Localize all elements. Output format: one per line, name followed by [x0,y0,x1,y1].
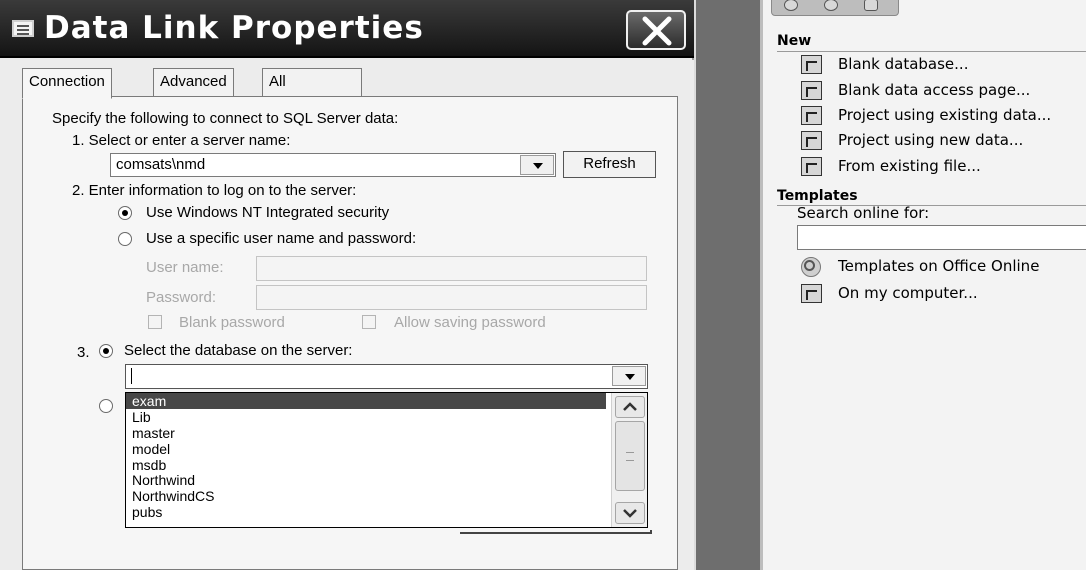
window-menu-icon[interactable] [12,20,34,37]
scroll-up-button[interactable] [615,396,645,418]
globe-icon [801,257,821,277]
dropdown-scrollbar[interactable] [611,393,647,527]
text-cursor [131,368,132,385]
list-item[interactable]: Lib [126,409,606,425]
list-item[interactable]: Northwind [126,472,606,489]
search-online-input[interactable] [797,225,1086,250]
project-existing-data-label: Project using existing data... [838,106,1052,124]
tab-advanced[interactable]: Advanced [153,68,234,96]
blank-password-checkbox[interactable] [148,315,162,329]
blank-data-access-page-label: Blank data access page... [838,81,1031,99]
list-item[interactable]: NorthwindCS [126,488,606,504]
select-database-radio[interactable] [99,344,113,358]
templates-office-online-label: Templates on Office Online [838,257,1040,275]
title-bar[interactable]: Data Link Properties [0,0,694,58]
dialog-title: Data Link Properties [44,10,424,46]
allow-saving-checkbox[interactable] [362,315,376,329]
password-label: Password: [146,289,217,306]
back-icon[interactable] [784,0,798,11]
refresh-button[interactable]: Refresh [563,151,656,178]
specific-user-radio[interactable] [118,232,132,246]
nt-security-label: Use Windows NT Integrated security [146,204,390,221]
specific-user-label: Use a specific user name and password: [146,230,417,247]
list-item[interactable]: msdb [126,457,606,473]
scroll-down-button[interactable] [615,502,645,524]
computer-icon [801,284,822,303]
blank-database-label: Blank database... [838,55,969,73]
new-heading: New [777,33,812,49]
server-name-value: comsats\nmd [116,156,206,173]
list-item[interactable]: master [126,425,606,441]
on-my-computer-label: On my computer... [838,284,978,302]
getting-started-task-pane: New Blank database... Blank data access … [760,0,1086,570]
tab-all[interactable]: All [262,68,362,96]
data-link-properties-dialog: Data Link Properties Connection Advanced… [0,0,694,570]
from-existing-file-label: From existing file... [838,157,981,175]
project-new-data-label: Project using new data... [838,131,1024,149]
intro-text: Specify the following to connect to SQL … [52,110,399,127]
step2-label: 2. Enter information to log on to the se… [72,182,357,199]
list-item[interactable]: pubs [126,504,606,520]
username-label: User name: [146,259,224,276]
new-divider [777,51,1086,52]
close-button[interactable] [626,10,686,50]
chevron-up-icon [623,402,637,411]
page-icon [801,81,822,100]
project-icon [801,106,822,125]
select-database-label: Select the database on the server: [124,342,353,359]
templates-heading: Templates [777,188,858,204]
database-combo[interactable] [125,364,648,389]
attach-database-radio[interactable] [99,399,113,413]
server-name-combo[interactable]: comsats\nmd [110,153,556,177]
file-icon [801,157,822,176]
step1-label: 1. Select or enter a server name: [72,132,291,149]
step3-number: 3. [77,344,90,361]
allow-saving-label: Allow saving password [394,314,546,331]
nt-security-radio[interactable] [118,206,132,220]
task-pane-toolbar [771,0,899,16]
chevron-down-icon [623,509,637,518]
list-item[interactable]: exam [126,393,606,409]
background-gap [696,0,760,570]
project-new-icon [801,131,822,150]
database-dropdown-button[interactable] [612,366,646,386]
scroll-thumb[interactable] [615,421,645,491]
home-icon[interactable] [864,0,878,11]
tab-connection[interactable]: Connection [22,68,112,99]
forward-icon[interactable] [824,0,838,11]
search-online-label: Search online for: [797,204,930,222]
list-item[interactable]: model [126,441,606,457]
blank-password-label: Blank password [179,314,285,331]
close-icon [642,16,672,46]
password-input[interactable] [256,285,647,310]
username-input[interactable] [256,256,647,281]
server-dropdown-button[interactable] [520,155,554,175]
database-icon [801,55,822,74]
hidden-button-edge [460,530,652,534]
database-dropdown-list[interactable]: exam Lib master model msdb Northwind Nor… [125,392,648,528]
